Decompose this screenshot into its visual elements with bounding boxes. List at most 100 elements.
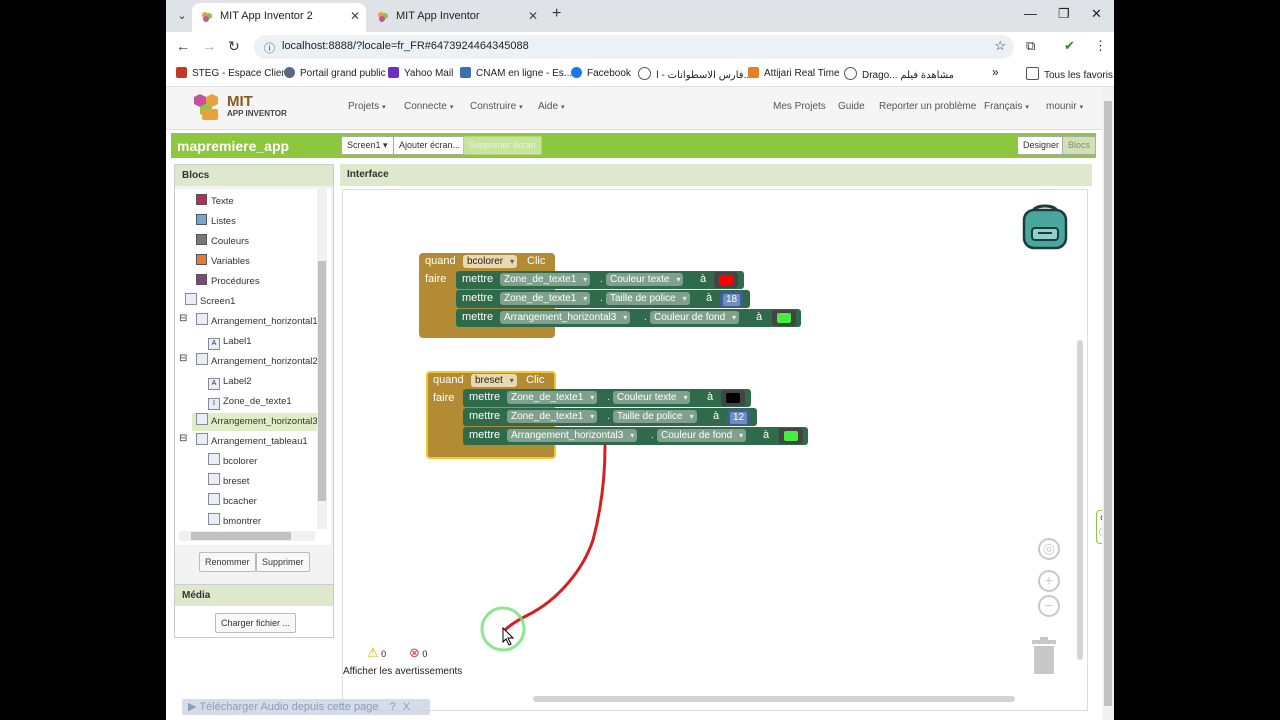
- component-dropdown[interactable]: bcolorer: [463, 255, 518, 268]
- builtin-text[interactable]: Texte: [196, 193, 234, 211]
- profile-extension-icon[interactable]: ✔: [1064, 38, 1075, 54]
- component-dropdown[interactable]: Zone_de_texte1: [500, 292, 591, 305]
- rename-button[interactable]: Renommer: [199, 552, 256, 572]
- all-bookmarks-folder[interactable]: Tous les favoris: [1026, 67, 1113, 81]
- component-dropdown[interactable]: Zone_de_texte1: [507, 410, 598, 423]
- property-dropdown[interactable]: Couleur texte: [606, 273, 684, 286]
- collapse-toggle-icon[interactable]: ⊟: [179, 433, 189, 444]
- show-warnings-button[interactable]: Afficher les avertissements: [343, 666, 462, 677]
- link-guide[interactable]: Guide: [838, 101, 865, 112]
- help-icon[interactable]: ?: [390, 701, 396, 713]
- minimize-icon[interactable]: —: [1024, 6, 1037, 21]
- recenter-icon[interactable]: ◎: [1038, 538, 1060, 560]
- language-select[interactable]: Français ▾: [984, 101, 1029, 112]
- menu-connecte[interactable]: Connecte ▾: [404, 101, 453, 112]
- builtin-variables[interactable]: Variables: [196, 253, 250, 271]
- blocks-button[interactable]: Blocs: [1062, 136, 1097, 155]
- number-value[interactable]: 12: [730, 412, 748, 424]
- property-dropdown[interactable]: Taille de police: [613, 410, 697, 423]
- close-icon[interactable]: X: [403, 701, 410, 713]
- zoom-out-icon[interactable]: −: [1038, 595, 1060, 617]
- tree-arrangement-horizontal3[interactable]: Arrangement_horizontal3: [192, 413, 319, 431]
- color-value-block[interactable]: [779, 428, 803, 444]
- builtin-lists[interactable]: Listes: [196, 213, 236, 231]
- number-value-block[interactable]: 12: [727, 409, 751, 425]
- tree-horizontal-scrollbar[interactable]: [179, 531, 315, 541]
- set-block[interactable]: mettre Arrangement_horizontal3 . Couleur…: [456, 309, 801, 327]
- page-vertical-scrollbar[interactable]: [1102, 87, 1114, 720]
- bookmark-item[interactable]: Facebook: [571, 67, 631, 79]
- remove-screen-button[interactable]: Supprimer écran: [463, 136, 542, 155]
- workspace-horizontal-scrollbar[interactable]: [533, 696, 1015, 702]
- designer-button[interactable]: Designer: [1017, 136, 1066, 155]
- tree-screen1[interactable]: Screen1: [185, 293, 235, 311]
- backpack-icon[interactable]: [1019, 200, 1071, 252]
- tree-bmontrer[interactable]: bmontrer: [208, 513, 261, 531]
- bookmark-item[interactable]: فارس الاسطوانات - ا...: [638, 67, 752, 81]
- set-block[interactable]: mettre Zone_de_texte1 . Couleur texte à: [463, 389, 751, 407]
- component-dropdown[interactable]: breset: [471, 374, 517, 387]
- user-menu[interactable]: mounir ▾: [1046, 101, 1083, 112]
- site-info-icon[interactable]: ⓘ: [264, 40, 275, 56]
- audio-download-bar[interactable]: ▶ Télécharger Audio depuis cette page ? …: [182, 699, 430, 715]
- bookmark-item[interactable]: STEG - Espace Client: [176, 67, 290, 79]
- tree-label1[interactable]: A Label1: [208, 333, 252, 351]
- bookmark-star-icon[interactable]: ☆: [994, 38, 1006, 54]
- property-dropdown[interactable]: Taille de police: [606, 292, 690, 305]
- component-dropdown[interactable]: Zone_de_texte1: [500, 273, 591, 286]
- warnings-indicator[interactable]: ⚠ 0: [367, 645, 386, 661]
- tree-textbox1[interactable]: I Zone_de_texte1: [208, 393, 292, 411]
- menu-construire[interactable]: Construire ▾: [470, 101, 523, 112]
- close-tab-icon[interactable]: ✕: [528, 3, 538, 30]
- trash-icon[interactable]: [1029, 636, 1059, 676]
- set-block[interactable]: mettre Zone_de_texte1 . Taille de police…: [456, 290, 750, 308]
- collapse-toggle-icon[interactable]: ⊟: [179, 313, 189, 324]
- link-mes-projets[interactable]: Mes Projets: [773, 101, 826, 112]
- tab-inactive[interactable]: MIT App Inventor ✕: [368, 3, 542, 32]
- back-icon[interactable]: ←: [176, 38, 190, 54]
- menu-projets[interactable]: Projets ▾: [348, 101, 386, 112]
- errors-indicator[interactable]: ⊗ 0: [409, 645, 427, 661]
- bookmark-item[interactable]: CNAM en ligne - Es...: [460, 67, 572, 79]
- tree-arrangement-horizontal1[interactable]: Arrangement_horizontal1: [196, 313, 318, 331]
- tab-active[interactable]: MIT App Inventor 2 ✕: [192, 3, 366, 32]
- set-block[interactable]: mettre Zone_de_texte1 . Taille de police…: [463, 408, 757, 426]
- number-value[interactable]: 18: [723, 294, 741, 306]
- tree-label2[interactable]: A Label2: [208, 373, 252, 391]
- bookmark-item[interactable]: Yahoo Mail: [388, 67, 453, 79]
- new-tab-icon[interactable]: +: [552, 5, 561, 23]
- tree-bcacher[interactable]: bcacher: [208, 493, 257, 511]
- color-value-block[interactable]: [772, 310, 796, 326]
- more-bookmarks-icon[interactable]: »: [992, 65, 999, 79]
- property-dropdown[interactable]: Couleur de fond: [657, 429, 747, 442]
- scroll-thumb[interactable]: [191, 532, 291, 540]
- screen-select[interactable]: Screen1 ▾: [341, 136, 394, 155]
- color-value-block[interactable]: [721, 390, 745, 406]
- extensions-icon[interactable]: ⧉: [1026, 38, 1035, 54]
- workspace-vertical-scrollbar[interactable]: [1077, 340, 1083, 660]
- builtin-colors[interactable]: Couleurs: [196, 233, 249, 251]
- color-value-block[interactable]: [714, 272, 738, 288]
- scroll-thumb[interactable]: [1104, 101, 1112, 706]
- set-block[interactable]: mettre Zone_de_texte1 . Couleur texte à: [456, 271, 744, 289]
- close-window-icon[interactable]: ✕: [1091, 6, 1102, 22]
- tree-vertical-scrollbar[interactable]: [317, 189, 327, 529]
- component-dropdown[interactable]: Arrangement_horizontal3: [507, 429, 638, 442]
- add-screen-button[interactable]: Ajouter écran...: [393, 136, 467, 155]
- collapse-toggle-icon[interactable]: ⊟: [179, 353, 189, 364]
- blocks-workspace[interactable]: quand bcolorer Clic faire mettre Zone_de…: [342, 189, 1088, 711]
- tree-breset[interactable]: breset: [208, 473, 249, 491]
- upload-file-button[interactable]: Charger fichier ...: [215, 613, 297, 633]
- component-dropdown[interactable]: Arrangement_horizontal3: [500, 311, 631, 324]
- property-dropdown[interactable]: Couleur texte: [613, 391, 691, 404]
- zoom-in-icon[interactable]: +: [1038, 570, 1060, 592]
- builtin-procedures[interactable]: Procédures: [196, 273, 260, 291]
- link-report-problem[interactable]: Reporter un problème: [879, 101, 976, 112]
- component-dropdown[interactable]: Zone_de_texte1: [507, 391, 598, 404]
- url-field[interactable]: ⓘ localhost:8888/?locale=fr_FR#647392446…: [254, 35, 1014, 59]
- property-dropdown[interactable]: Couleur de fond: [650, 311, 740, 324]
- tab-search-icon[interactable]: ⌄: [172, 6, 192, 26]
- tree-table-arrangement1[interactable]: Arrangement_tableau1: [196, 433, 308, 451]
- delete-button[interactable]: Supprimer: [256, 552, 310, 572]
- bookmark-item[interactable]: Portail grand public: [284, 67, 386, 79]
